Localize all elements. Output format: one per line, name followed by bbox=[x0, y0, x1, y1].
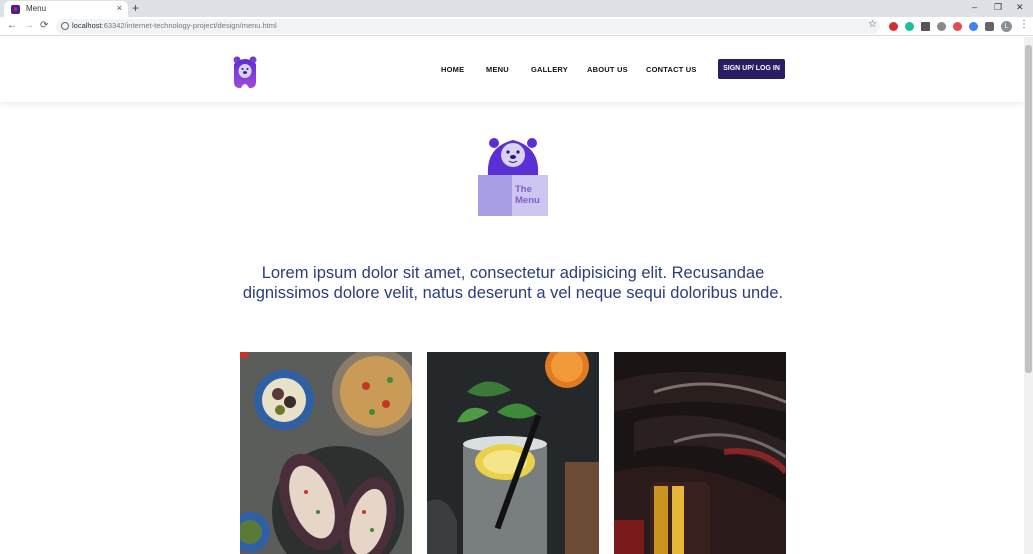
hero-title: The Menu bbox=[515, 184, 540, 206]
hero-box-left bbox=[478, 175, 512, 216]
ublock-extension-icon[interactable] bbox=[889, 22, 898, 31]
reload-button[interactable]: ⟳ bbox=[40, 20, 48, 31]
food-image[interactable] bbox=[240, 352, 412, 554]
wine-bottles-image[interactable] bbox=[614, 352, 786, 554]
profile-avatar[interactable]: L bbox=[1001, 21, 1012, 32]
site-header: HOME MENU GALLERY ABOUT US CONTACT US SI… bbox=[0, 37, 1024, 102]
new-tab-button[interactable]: + bbox=[132, 1, 139, 15]
web-page: HOME MENU GALLERY ABOUT US CONTACT US SI… bbox=[0, 37, 1024, 554]
url-text: localhost:63342/internet-technology-proj… bbox=[72, 21, 277, 30]
scrollbar-thumb[interactable] bbox=[1025, 45, 1032, 373]
nav-gallery[interactable]: GALLERY bbox=[531, 65, 568, 74]
messenger-extension-icon[interactable] bbox=[969, 22, 978, 31]
grammarly-extension-icon[interactable] bbox=[905, 22, 914, 31]
signup-login-button[interactable]: SIGN UP/ LOG IN bbox=[718, 59, 785, 79]
drink-image[interactable] bbox=[427, 352, 599, 554]
nav-contact-us[interactable]: CONTACT US bbox=[646, 65, 697, 74]
favicon-icon bbox=[11, 5, 20, 14]
page-scrollbar[interactable] bbox=[1024, 37, 1033, 554]
minimize-button[interactable]: – bbox=[972, 2, 977, 12]
color-picker-extension-icon[interactable] bbox=[953, 22, 962, 31]
bookmark-star-icon[interactable]: ☆ bbox=[868, 19, 877, 30]
lead-paragraph: Lorem ipsum dolor sit amet, consectetur … bbox=[242, 264, 784, 302]
address-bar[interactable]: localhost:63342/internet-technology-proj… bbox=[56, 19, 880, 34]
extensions-puzzle-icon[interactable] bbox=[985, 22, 994, 31]
bear-logo-icon[interactable] bbox=[231, 56, 259, 90]
tally-extension-icon[interactable] bbox=[921, 22, 930, 31]
site-info-icon[interactable] bbox=[61, 22, 69, 30]
browser-menu-icon[interactable]: ⋮ bbox=[1019, 19, 1029, 30]
browser-tab-bar: Menu × + – ❐ ✕ bbox=[0, 0, 1033, 17]
browser-tab[interactable]: Menu × bbox=[4, 1, 128, 17]
tab-close-icon[interactable]: × bbox=[117, 3, 122, 13]
close-window-button[interactable]: ✕ bbox=[1016, 2, 1024, 13]
nav-about-us[interactable]: ABOUT US bbox=[587, 65, 628, 74]
forward-button[interactable]: → bbox=[24, 20, 34, 31]
tab-title: Menu bbox=[26, 4, 47, 13]
nav-home[interactable]: HOME bbox=[441, 65, 464, 74]
hero-title-line2: Menu bbox=[515, 195, 540, 206]
hero-title-line1: The bbox=[515, 184, 532, 195]
back-button[interactable]: ← bbox=[7, 20, 17, 31]
restore-button[interactable]: ❐ bbox=[994, 2, 1002, 13]
dark-reader-extension-icon[interactable] bbox=[937, 22, 946, 31]
browser-toolbar: ← → ⟳ localhost:63342/internet-technolog… bbox=[0, 17, 1033, 36]
nav-menu[interactable]: MENU bbox=[486, 65, 509, 74]
